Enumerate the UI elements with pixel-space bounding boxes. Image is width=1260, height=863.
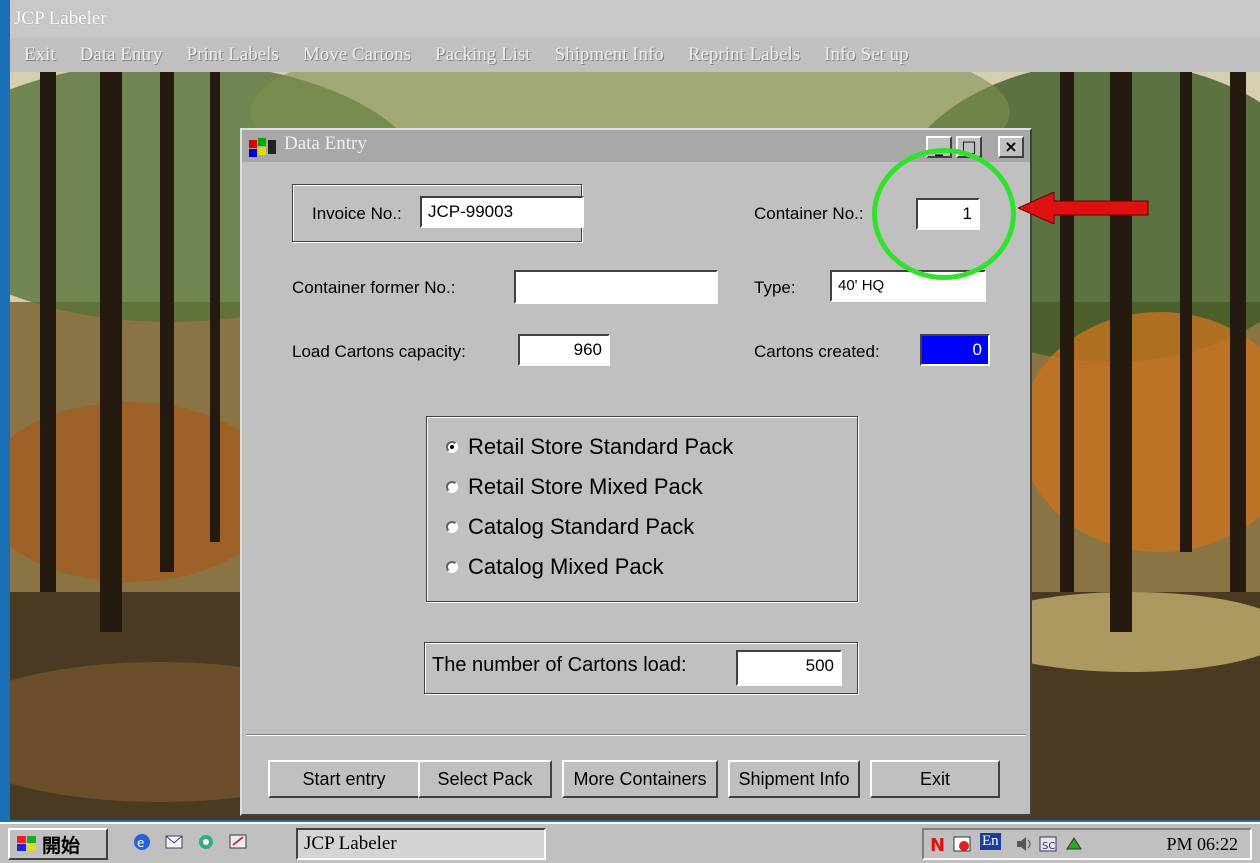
start-label: 開始 xyxy=(42,834,81,857)
separator xyxy=(246,734,1026,736)
norton-icon[interactable]: N xyxy=(928,834,948,854)
container-former-label: Container former No.: xyxy=(292,278,456,297)
capacity-field[interactable]: 960 xyxy=(518,334,610,366)
language-indicator[interactable]: En xyxy=(980,833,1001,850)
app-title-bar: JCP Labeler xyxy=(10,0,1260,38)
invoice-label: Invoice No.: xyxy=(312,204,402,223)
radio-label: Retail Store Standard Pack xyxy=(468,434,734,459)
menu-data-entry[interactable]: Data Entry xyxy=(80,44,163,66)
show-desktop-icon[interactable] xyxy=(228,832,248,852)
menu-packing-list[interactable]: Packing List xyxy=(435,44,531,66)
svg-text:N: N xyxy=(930,835,945,854)
radio-retail-mixed[interactable]: Retail Store Mixed Pack xyxy=(446,474,703,500)
radio-catalog-standard[interactable]: Catalog Standard Pack xyxy=(446,514,694,540)
highlight-circle xyxy=(872,148,1016,280)
start-button[interactable]: 開始 xyxy=(8,828,108,860)
menu-shipment-info[interactable]: Shipment Info xyxy=(555,44,664,66)
channels-icon[interactable] xyxy=(196,832,216,852)
ime-icon[interactable]: SC xyxy=(1038,834,1058,854)
svg-text:SC: SC xyxy=(1042,841,1055,852)
menu-bar: Exit Data Entry Print Labels Move Carton… xyxy=(10,38,1260,72)
red-arrow-icon xyxy=(1018,192,1149,224)
menu-reprint-labels[interactable]: Reprint Labels xyxy=(688,44,800,66)
menu-move-cartons[interactable]: Move Cartons xyxy=(303,44,411,66)
clock[interactable]: PM 06:22 xyxy=(1166,834,1238,855)
radio-retail-standard[interactable]: Retail Store Standard Pack xyxy=(446,434,733,460)
close-button[interactable]: × xyxy=(998,136,1024,158)
start-entry-button[interactable]: Start entry xyxy=(268,760,420,798)
internet-explorer-icon[interactable]: e xyxy=(132,832,152,852)
radio-label: Retail Store Mixed Pack xyxy=(468,474,703,499)
radio-button-selected[interactable] xyxy=(446,441,458,453)
type-label: Type: xyxy=(754,278,796,297)
volume-icon[interactable] xyxy=(1014,834,1034,854)
menu-info-setup[interactable]: Info Set up xyxy=(824,44,908,66)
cartons-created-field: 0 xyxy=(920,334,990,366)
shipment-info-button[interactable]: Shipment Info xyxy=(728,760,860,798)
cartons-load-label: The number of Cartons load: xyxy=(432,654,687,676)
taskbar: 開始 e JCP Labeler N En SC PM 06:22 xyxy=(0,822,1260,863)
menu-print-labels[interactable]: Print Labels xyxy=(187,44,279,66)
system-tray: N En SC PM 06:22 xyxy=(922,828,1252,860)
capacity-label: Load Cartons capacity: xyxy=(292,342,466,361)
svg-text:e: e xyxy=(137,836,144,850)
radio-button[interactable] xyxy=(446,481,458,493)
radio-catalog-mixed[interactable]: Catalog Mixed Pack xyxy=(446,554,664,580)
cartons-load-field[interactable]: 500 xyxy=(736,650,842,686)
app-window-icon xyxy=(249,138,276,157)
menu-exit[interactable]: Exit xyxy=(24,44,56,66)
outlook-express-icon[interactable] xyxy=(164,832,184,852)
taskbar-app-button[interactable]: JCP Labeler xyxy=(296,828,546,860)
windows-logo-icon xyxy=(17,836,36,851)
scheduler-icon[interactable] xyxy=(952,834,972,854)
select-pack-button[interactable]: Select Pack xyxy=(418,760,552,798)
container-former-field[interactable] xyxy=(514,270,718,304)
app-title: JCP Labeler xyxy=(14,8,107,29)
radio-label: Catalog Standard Pack xyxy=(468,514,695,539)
more-containers-button[interactable]: More Containers xyxy=(562,760,718,798)
container-no-label: Container No.: xyxy=(754,204,864,223)
cartons-created-label: Cartons created: xyxy=(754,342,880,361)
radio-button[interactable] xyxy=(446,521,458,533)
network-icon[interactable] xyxy=(1064,834,1084,854)
dialog-title: Data Entry xyxy=(284,133,367,154)
invoice-field[interactable]: JCP-99003 xyxy=(420,196,584,228)
radio-label: Catalog Mixed Pack xyxy=(468,554,664,579)
exit-button[interactable]: Exit xyxy=(870,760,1000,798)
radio-button[interactable] xyxy=(446,561,458,573)
